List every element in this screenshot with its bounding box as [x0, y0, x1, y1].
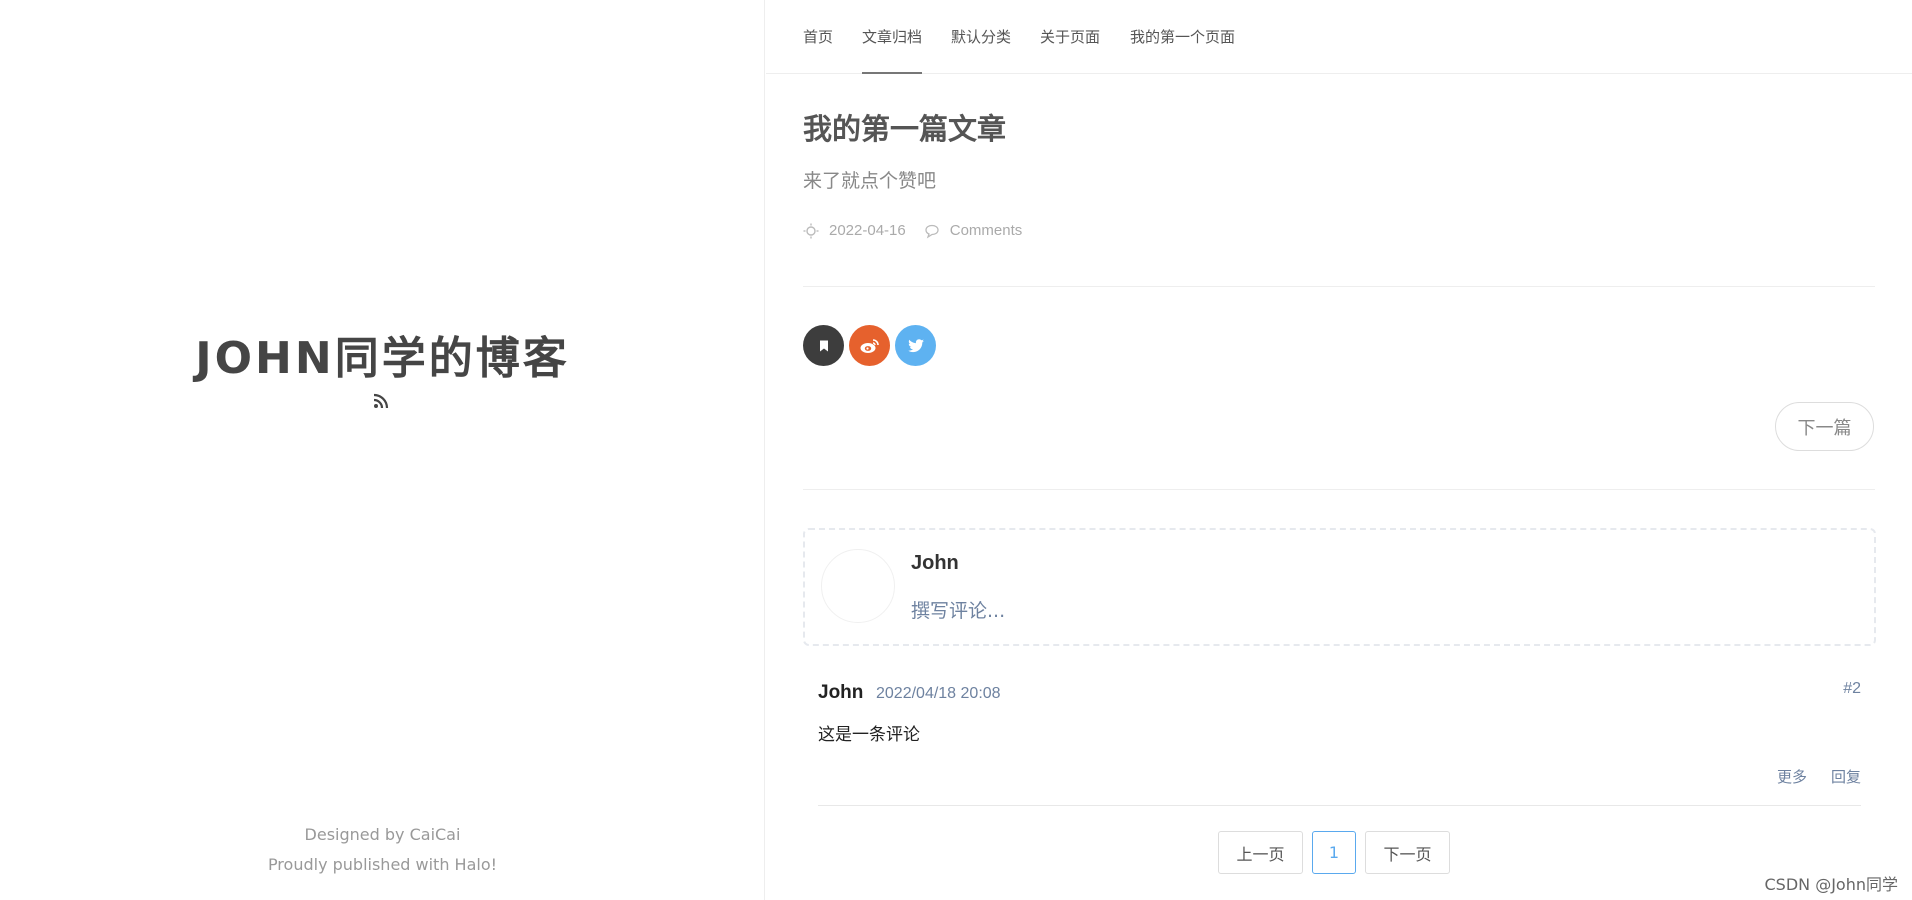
main-content: 首页 文章归档 默认分类 关于页面 我的第一个页面 我的第一篇文章 来了就点个赞… [766, 0, 1912, 900]
watermark: CSDN @John同学 [1764, 875, 1899, 894]
page-number-button[interactable]: 1 [1312, 831, 1356, 874]
editor-user-name: John [911, 552, 959, 574]
prev-page-button[interactable]: 上一页 [1218, 831, 1303, 874]
next-page-button[interactable]: 下一页 [1365, 831, 1450, 874]
divider [803, 286, 1875, 287]
nav-item-default-category[interactable]: 默认分类 [951, 26, 1011, 74]
sun-icon [803, 223, 819, 238]
next-post-button[interactable]: 下一篇 [1775, 402, 1874, 451]
rss-icon[interactable] [373, 393, 389, 409]
share-twitter-button[interactable] [895, 325, 936, 366]
comment-author: John [818, 682, 864, 703]
nav-item-home[interactable]: 首页 [803, 26, 833, 74]
sidebar: JOHN同学的博客 Designed by CaiCai Proudly pub… [0, 0, 765, 900]
top-nav: 首页 文章归档 默认分类 关于页面 我的第一个页面 [766, 0, 1912, 74]
comment-reply-button[interactable]: 回复 [1831, 766, 1861, 787]
post-date: 2022-04-16 [829, 222, 906, 239]
comment-content: 这是一条评论 [818, 725, 920, 745]
published-with-text: Proudly published with Halo! [267, 855, 498, 874]
comment-index[interactable]: #2 [1843, 680, 1861, 698]
share-bookmark-button[interactable] [803, 325, 844, 366]
comment-input[interactable]: 撰写评论... [911, 596, 1005, 623]
comment-editor[interactable]: John 撰写评论... [803, 528, 1876, 646]
post-excerpt: 来了就点个赞吧 [803, 170, 937, 192]
twitter-icon [907, 338, 924, 352]
avatar [821, 549, 895, 623]
bookmark-icon [819, 340, 828, 351]
comment-time: 2022/04/18 20:08 [876, 685, 1001, 702]
sidebar-footer: Designed by CaiCai Proudly published wit… [0, 820, 765, 880]
blog-title[interactable]: JOHN同学的博客 [0, 322, 765, 386]
post-title: 我的第一篇文章 [803, 112, 1007, 146]
post-comments-link[interactable]: Comments [950, 222, 1023, 239]
divider [803, 489, 1875, 490]
nav-item-archive[interactable]: 文章归档 [862, 26, 923, 74]
comment-item: John 2022/04/18 20:08 #2 这是一条评论 更多 回复 [818, 670, 1861, 806]
share-weibo-button[interactable] [849, 325, 890, 366]
post-meta: 2022-04-16 Comments [803, 222, 1022, 239]
nav-item-about[interactable]: 关于页面 [1040, 26, 1100, 74]
comment-more-button[interactable]: 更多 [1777, 766, 1807, 787]
designed-by-text: Designed by CaiCai [304, 825, 461, 844]
weibo-icon [860, 338, 879, 353]
comment-icon [925, 224, 939, 239]
nav-item-my-first-page[interactable]: 我的第一个页面 [1130, 26, 1235, 74]
